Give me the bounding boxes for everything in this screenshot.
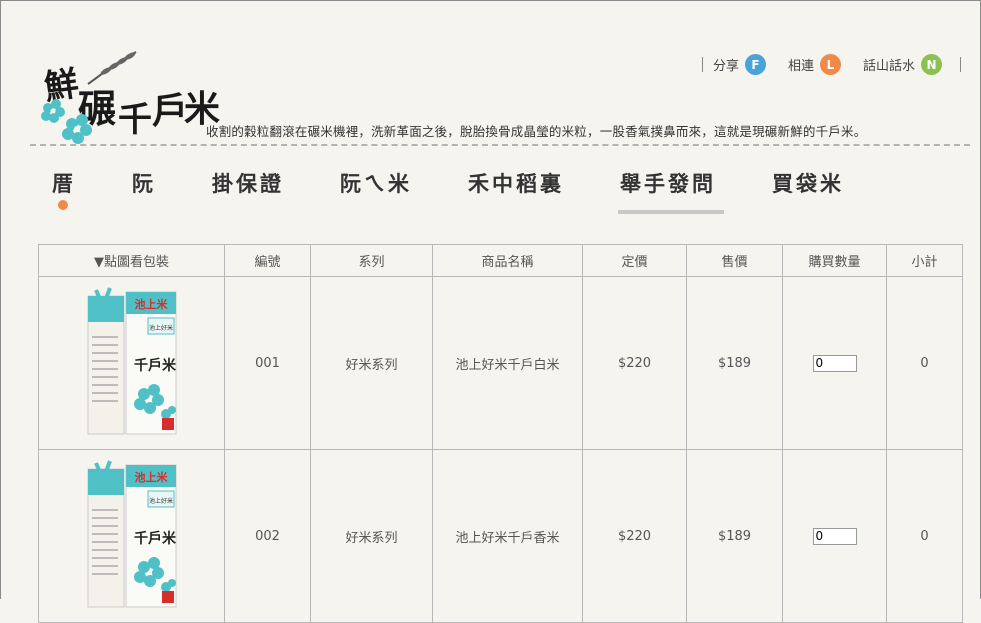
nav-item-buy[interactable]: 買袋米 [772,168,844,198]
column-header-image: ▼點圖看包裝 [38,244,225,277]
product-id: 002 [224,449,311,623]
top-links: 分享 F 相連 L 話山話水 N [692,54,971,75]
logo-char: 戶 [152,90,189,132]
links-link[interactable]: 相連 L [788,54,841,75]
table-header-row: ▼點圖看包裝 編號 系列 商品名稱 定價 售價 購買數量 小計 [38,244,963,277]
qty-cell [782,276,887,450]
column-header-qty: 購買數量 [782,244,887,277]
package-top-label: 池上米 [134,470,168,484]
quantity-input[interactable] [812,354,857,372]
product-name: 池上好米千戶白米 [432,276,583,450]
product-table: ▼點圖看包裝 編號 系列 商品名稱 定價 售價 購買數量 小計 池上米 池上好米… [38,244,963,623]
link-icon: L [819,54,841,75]
table-row: 池上米 池上好米 千戶米 001 好米系列 池上好米千戶白米 $220 $189 [38,276,963,450]
product-name: 池上好米千戶香米 [432,449,583,623]
column-header-series: 系列 [310,244,433,277]
nav-item-guarantee[interactable]: 掛保證 [212,168,284,198]
brand-logo[interactable]: 鮮 碾 千 戶 米 [38,48,228,148]
product-list-price: $220 [582,276,687,450]
product-series: 好米系列 [310,449,433,623]
package-main-label: 千戶米 [134,357,177,374]
logo-char: 千 [118,100,152,140]
column-header-subtotal: 小計 [886,244,963,277]
main-nav: 厝 阮 掛保證 阮ㄟ米 禾中稻裏 舉手發問 買袋米 [52,168,900,214]
news-label: 話山話水 [862,59,915,74]
product-image-cell[interactable]: 池上米 池上好米 千戶米 [38,276,225,450]
package-side-label: 池上好米 [148,324,172,332]
column-header-id: 編號 [224,244,311,277]
package-top-label: 池上米 [134,297,168,311]
flower-icon [41,99,92,144]
news-link[interactable]: 話山話水 N [863,54,942,75]
facebook-icon: F [744,54,766,75]
qty-cell [782,449,887,623]
rice-package-image[interactable]: 池上米 池上好米 千戶米 [82,459,182,609]
product-list-price: $220 [582,449,687,623]
package-side-label: 池上好米 [148,497,172,505]
quantity-input[interactable] [812,527,857,545]
product-series: 好米系列 [310,276,433,450]
table-row: 池上米 池上好米 千戶米 002 好米系列 池上好米千戶香米 $220 $189 [38,449,963,623]
divider [30,144,970,150]
share-label: 分享 [712,59,739,74]
links-label: 相連 [787,59,814,74]
product-subtotal: 0 [886,449,963,623]
column-header-list-price: 定價 [582,244,687,277]
product-price: $189 [686,449,783,623]
divider [960,57,961,72]
product-subtotal: 0 [886,276,963,450]
nav-item-faq[interactable]: 舉手發問 [618,168,724,214]
news-icon: N [921,54,942,75]
share-link[interactable]: 分享 F [713,54,766,75]
package-main-label: 千戶米 [134,530,177,547]
tagline: 收割的穀粒翻滾在碾米機裡，洗新革面之後，脫胎換骨成晶瑩的米粒，一股香氣撲鼻而來，… [206,124,867,139]
product-image-cell[interactable]: 池上米 池上好米 千戶米 [38,449,225,623]
nav-item-rice[interactable]: 阮ㄟ米 [340,168,412,198]
nav-item-about[interactable]: 阮 [132,168,156,198]
nav-item-farm[interactable]: 禾中稻裏 [468,168,564,198]
nav-item-home[interactable]: 厝 [52,168,76,210]
product-price: $189 [686,276,783,450]
column-header-name: 商品名稱 [432,244,583,277]
column-header-price: 售價 [686,244,783,277]
product-id: 001 [224,276,311,450]
divider [701,57,703,72]
rice-package-image[interactable]: 池上米 池上好米 千戶米 [82,286,182,436]
